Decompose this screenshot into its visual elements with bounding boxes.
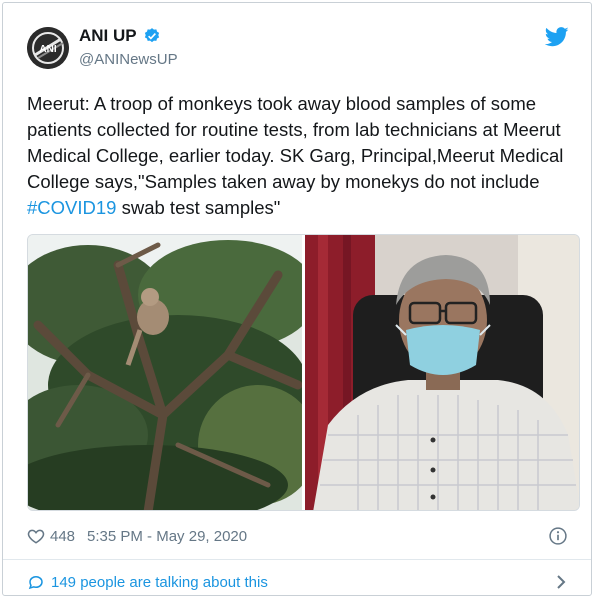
hashtag-link[interactable]: #COVID19 [27, 197, 116, 218]
tweet-media[interactable] [27, 234, 580, 511]
twitter-bird-icon[interactable] [545, 27, 569, 47]
heart-icon[interactable] [27, 527, 45, 545]
chevron-right-icon[interactable] [555, 574, 567, 590]
monkey-tree-photo[interactable] [28, 235, 318, 511]
verified-badge-icon [144, 28, 159, 43]
media-photos [28, 235, 580, 511]
timestamp[interactable]: 5:35 PM - May 29, 2020 [87, 528, 247, 545]
conversation-link[interactable]: 149 people are talking about this [27, 573, 268, 591]
info-icon[interactable] [548, 526, 568, 546]
like-count[interactable]: 448 [50, 528, 75, 545]
footer-divider [3, 559, 591, 560]
tweet-text-body: Meerut: A troop of monkeys took away blo… [27, 93, 564, 192]
principal-photo[interactable] [305, 235, 580, 511]
author-avatar[interactable]: ANI [27, 27, 69, 69]
conversation-text[interactable]: 149 people are talking about this [51, 574, 268, 591]
tweet-text-tail: swab test samples" [116, 197, 281, 218]
author-handle[interactable]: @ANINewsUP [79, 51, 178, 68]
comment-bubble-icon [28, 575, 43, 590]
avatar-text: ANI [39, 44, 56, 55]
tweet-text: Meerut: A troop of monkeys took away blo… [27, 91, 577, 221]
ani-logo-icon: ANI [27, 27, 69, 69]
tweet-card[interactable]: ANI ANI UP @ANINewsUP Meerut: A troop of… [2, 2, 592, 596]
author-display-name[interactable]: ANI UP [79, 26, 137, 46]
